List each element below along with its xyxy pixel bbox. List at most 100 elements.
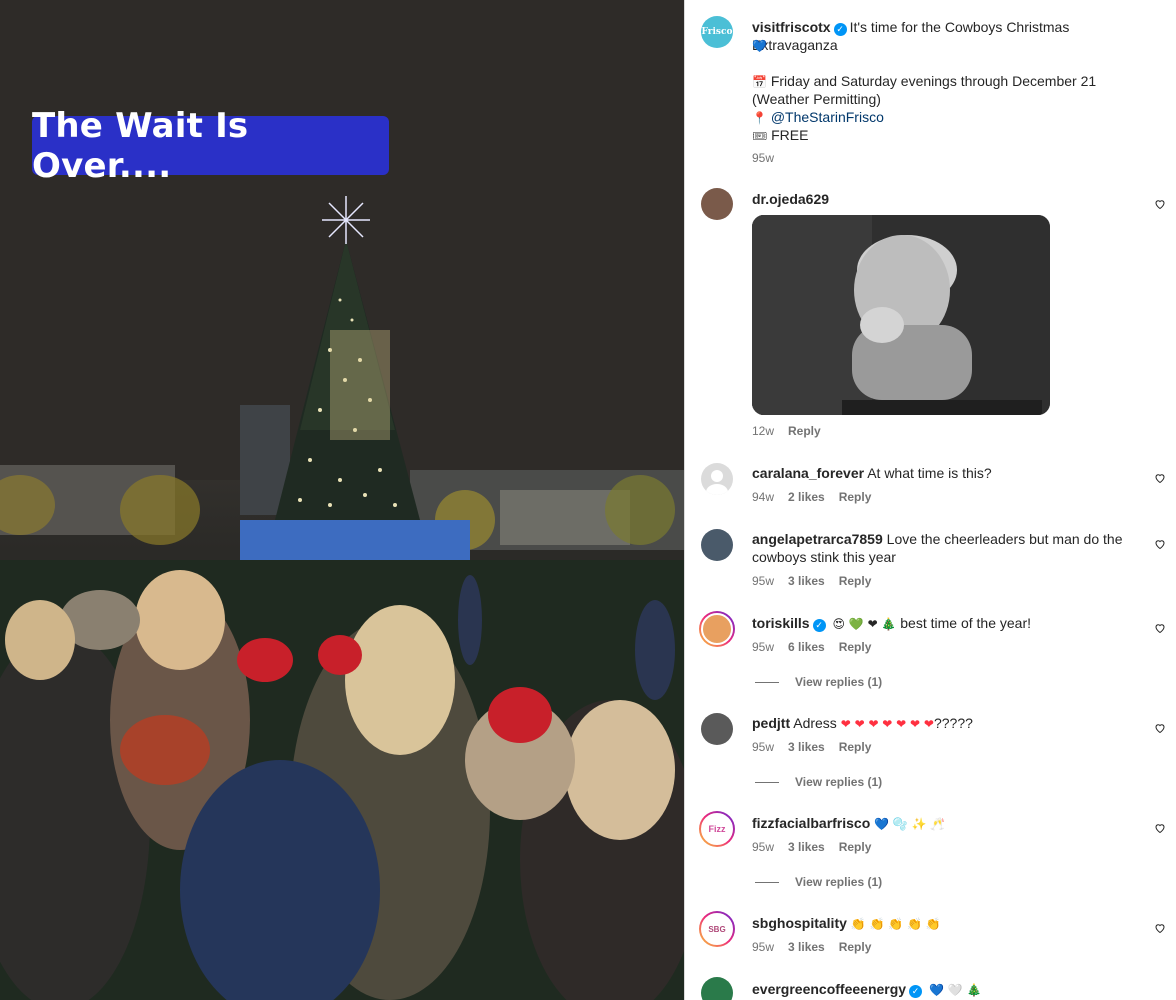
view-replies-label: View replies (1): [795, 775, 883, 789]
post-time: 95w: [752, 151, 775, 165]
comment: caralana_forever At what time is this?: [752, 464, 1136, 482]
like-heart-icon[interactable]: [1154, 622, 1166, 634]
reply-button[interactable]: Reply: [839, 574, 872, 588]
calendar-icon: 📅: [752, 75, 767, 89]
comment-avatar[interactable]: SBG: [699, 911, 735, 947]
comment-username[interactable]: angelapetrarca7859: [752, 531, 883, 547]
blue-heart-icon: 💙: [752, 39, 767, 53]
comment-emojis: 💙 🫧 ✨ 🥂: [874, 817, 946, 831]
comment-meta: 12w Reply: [752, 424, 821, 438]
comment-emojis: 💙 🤍 🎄: [928, 983, 982, 997]
likes-count[interactable]: 6 likes: [788, 640, 825, 654]
comment-emojis: 😍 💚 ❤ 🎄: [832, 617, 897, 631]
comment-meta: 95w 6 likes Reply: [752, 640, 871, 654]
reply-button[interactable]: Reply: [839, 840, 872, 854]
pin-icon: 📍: [752, 111, 767, 125]
view-replies-button[interactable]: View replies (1): [755, 775, 882, 789]
default-avatar-icon: [706, 470, 728, 495]
divider: [755, 681, 779, 683]
gif-scene: [752, 215, 1050, 415]
location-mention-link[interactable]: @TheStarinFrisco: [771, 109, 884, 125]
comment-text: At what time is this?: [867, 465, 992, 481]
comment-avatar[interactable]: Fizz: [699, 811, 735, 847]
likes-count[interactable]: 3 likes: [788, 740, 825, 754]
comment: sbghospitality 👏 👏 👏 👏 👏: [752, 914, 1136, 933]
verified-badge-icon: ✓: [812, 619, 826, 632]
comment-time: 94w: [752, 490, 775, 504]
comment-emojis: ❤ ❤ ❤ ❤ ❤ ❤ ❤: [840, 717, 934, 731]
comments-panel: Frisco visitfriscotx ✓ It's time for the C…: [684, 0, 1176, 1000]
tree-star: [322, 196, 370, 244]
comment-text-suffix: ?????: [933, 715, 973, 731]
comment: toriskills ✓ 😍 💚 ❤ 🎄 best time of the yea…: [752, 614, 1136, 633]
reply-button[interactable]: Reply: [839, 490, 872, 504]
likes-count[interactable]: 3 likes: [788, 574, 825, 588]
post-media[interactable]: The Wait Is Over....: [0, 0, 684, 1000]
like-heart-icon[interactable]: [1154, 822, 1166, 834]
view-replies-label: View replies (1): [795, 675, 883, 689]
comment-gif-image: [752, 215, 1050, 415]
comment-emojis: 👏 👏 👏 👏 👏: [850, 917, 941, 931]
caption-weather: (Weather Permitting): [752, 91, 881, 107]
comment-username[interactable]: pedjtt: [752, 715, 790, 731]
like-heart-icon[interactable]: [1154, 538, 1166, 550]
comment: evergreencoffeeenergy ✓ 💙 🤍 🎄: [752, 980, 1136, 999]
comment-meta: 94w 2 likes Reply: [752, 490, 871, 504]
comment-avatar[interactable]: [701, 463, 733, 495]
likes-count[interactable]: 2 likes: [788, 490, 825, 504]
comment-time: 12w: [752, 424, 775, 438]
comment-text: Adress: [793, 715, 837, 731]
verified-badge-icon: ✓: [909, 985, 923, 998]
likes-count[interactable]: 3 likes: [788, 940, 825, 954]
reply-button[interactable]: Reply: [839, 940, 872, 954]
comment-avatar[interactable]: [701, 977, 733, 1000]
comment-avatar[interactable]: [701, 188, 733, 220]
divider: [755, 881, 779, 883]
comment-meta: 95w 3 likes Reply: [752, 574, 871, 588]
avatar-logo-text: SBG: [708, 924, 726, 934]
author-avatar-text: Frisco: [701, 27, 733, 37]
comment-username[interactable]: toriskills: [752, 615, 810, 631]
reply-button[interactable]: Reply: [788, 424, 821, 438]
caption-schedule: 📅 Friday and Saturday evenings through D…: [752, 72, 1136, 91]
lit-tree: [605, 475, 675, 545]
verified-badge-icon: ✓: [833, 23, 847, 36]
divider: [755, 781, 779, 783]
likes-count[interactable]: 3 likes: [788, 840, 825, 854]
comment-avatar[interactable]: [699, 611, 735, 647]
like-heart-icon[interactable]: [1154, 198, 1166, 210]
lit-tree: [120, 475, 200, 545]
comment-meta: 95w 3 likes Reply: [752, 740, 871, 754]
comment-text: best time of the year!: [900, 615, 1031, 631]
like-heart-icon[interactable]: [1154, 722, 1166, 734]
view-replies-button[interactable]: View replies (1): [755, 675, 882, 689]
post-meta: 95w: [752, 151, 774, 165]
comment-username[interactable]: evergreencoffeeenergy: [752, 981, 906, 997]
comment: dr.ojeda629: [752, 190, 1136, 208]
comment-username[interactable]: fizzfacialbarfrisco: [752, 815, 870, 831]
comment-time: 95w: [752, 840, 775, 854]
comment-time: 95w: [752, 574, 775, 588]
author-avatar[interactable]: Frisco: [701, 16, 733, 48]
caption-price-text: FREE: [771, 127, 809, 143]
comment-username[interactable]: dr.ojeda629: [752, 191, 829, 207]
reply-button[interactable]: Reply: [839, 740, 872, 754]
author-username[interactable]: visitfriscotx: [752, 19, 831, 35]
comment-avatar[interactable]: [701, 529, 733, 561]
avatar-logo-text: Fizz: [708, 824, 726, 834]
comment: angelapetrarca7859 Love the cheerleaders…: [752, 530, 1136, 566]
comment-time: 95w: [752, 940, 775, 954]
comment-meta: 95w 3 likes Reply: [752, 940, 871, 954]
caption-schedule-text: Friday and Saturday evenings through Dec…: [770, 73, 1097, 89]
like-heart-icon[interactable]: [1154, 472, 1166, 484]
comment-avatar[interactable]: [701, 713, 733, 745]
caption-price: 🎟 FREE: [752, 126, 1136, 145]
tree-glow: [330, 330, 390, 440]
like-heart-icon[interactable]: [1154, 922, 1166, 934]
stage: [240, 520, 470, 565]
comment: fizzfacialbarfrisco 💙 🫧 ✨ 🥂: [752, 814, 1136, 833]
view-replies-button[interactable]: View replies (1): [755, 875, 882, 889]
reply-button[interactable]: Reply: [839, 640, 872, 654]
comment-username[interactable]: sbghospitality: [752, 915, 847, 931]
comment-username[interactable]: caralana_forever: [752, 465, 864, 481]
